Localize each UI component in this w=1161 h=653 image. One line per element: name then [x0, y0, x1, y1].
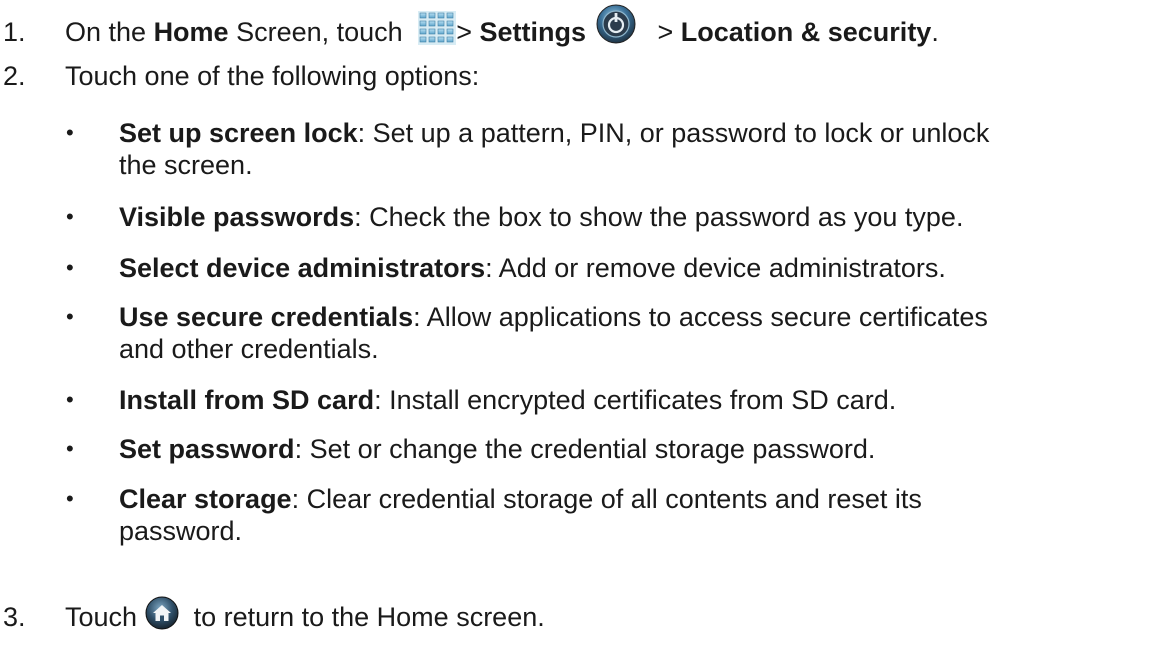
apps-grid-icon [418, 11, 457, 45]
option-description-cont: password. [119, 516, 243, 546]
option-label: Use secure credentials [119, 302, 414, 332]
step-number: 3. [3, 602, 26, 632]
home-icon [145, 596, 179, 630]
option-label: Select device administrators [119, 253, 486, 283]
bullet-dot: • [66, 304, 74, 329]
separator-1: > [456, 17, 480, 48]
step-3-suffix: to return to the Home screen. [178, 602, 545, 632]
option-label: Set up screen lock [119, 118, 358, 148]
step-2: 2. Touch one of the following options: [0, 60, 479, 92]
bullet-dot: • [66, 436, 74, 461]
step-number: 1. [3, 17, 26, 48]
home-label: Home [153, 17, 229, 48]
option-description: : Set up a pattern, PIN, or password to … [357, 118, 990, 148]
settings-label: Settings [479, 17, 586, 48]
option-description: : Check the box to show the password as … [354, 202, 964, 232]
step-2-text: Touch one of the following options: [65, 61, 480, 91]
option-description: : Allow applications to access secure ce… [413, 302, 988, 332]
settings-icon [596, 4, 636, 44]
step-1-prefix: On the [65, 17, 154, 48]
option-description-cont: and other credentials. [119, 334, 379, 364]
step-3-prefix: Touch [65, 602, 145, 632]
bullet-dot: • [66, 204, 74, 229]
option-label: Visible passwords [119, 202, 355, 232]
step-3: 3. Touch to return to the Home screen. [0, 596, 545, 636]
option-description: : Clear credential storage of all conten… [291, 484, 922, 514]
option-description: : Install encrypted certificates from SD… [374, 385, 897, 415]
option-label: Set password [119, 434, 295, 464]
step-number: 2. [3, 61, 26, 91]
bullet-dot: • [66, 255, 74, 280]
bullet-dot: • [66, 387, 74, 412]
option-label: Install from SD card [119, 385, 375, 415]
separator-2: > [649, 17, 681, 48]
option-description: : Set or change the credential storage p… [294, 434, 876, 464]
instructions-document: 1. On the Home Screen, touch > Settings [0, 0, 1161, 653]
bullet-dot: • [66, 120, 74, 145]
bullet-dot: • [66, 486, 74, 511]
step-1-touch: Screen, touch [228, 17, 411, 48]
option-label: Clear storage [119, 484, 292, 514]
step-1: 1. On the Home Screen, touch > Settings [0, 4, 939, 54]
location-security-label: Location & security [680, 17, 932, 48]
option-description: : Add or remove device administrators. [485, 253, 946, 283]
option-description-cont: the screen. [119, 150, 253, 180]
step-1-period: . [931, 17, 939, 48]
